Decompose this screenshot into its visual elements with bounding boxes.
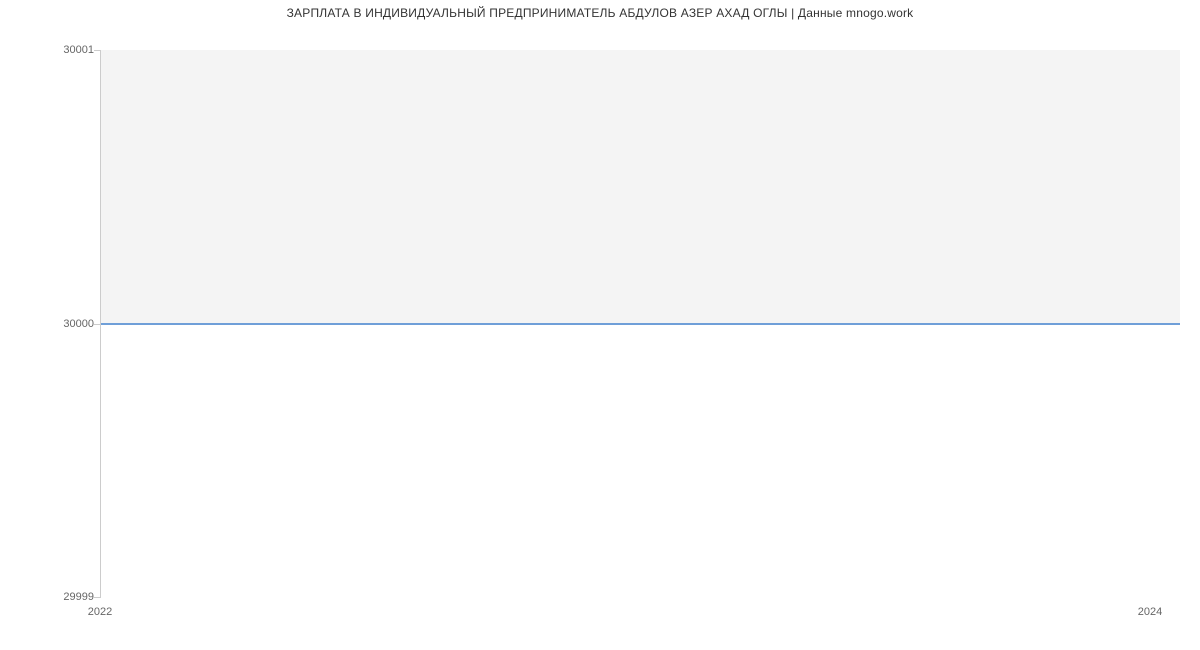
y-axis xyxy=(100,50,101,598)
y-tick-label: 30000 xyxy=(63,318,94,330)
y-tick-label: 30001 xyxy=(63,44,94,56)
y-tick-label: 29999 xyxy=(63,591,94,603)
y-tick xyxy=(94,324,100,325)
series-line xyxy=(100,323,1180,325)
series-area-fill xyxy=(100,50,1180,324)
x-tick-label: 2024 xyxy=(1138,606,1162,618)
y-tick xyxy=(94,50,100,51)
salary-chart: ЗАРПЛАТА В ИНДИВИДУАЛЬНЫЙ ПРЕДПРИНИМАТЕЛ… xyxy=(0,0,1200,650)
chart-title: ЗАРПЛАТА В ИНДИВИДУАЛЬНЫЙ ПРЕДПРИНИМАТЕЛ… xyxy=(0,6,1200,20)
x-tick-label: 2022 xyxy=(88,606,112,618)
y-tick xyxy=(94,597,100,598)
